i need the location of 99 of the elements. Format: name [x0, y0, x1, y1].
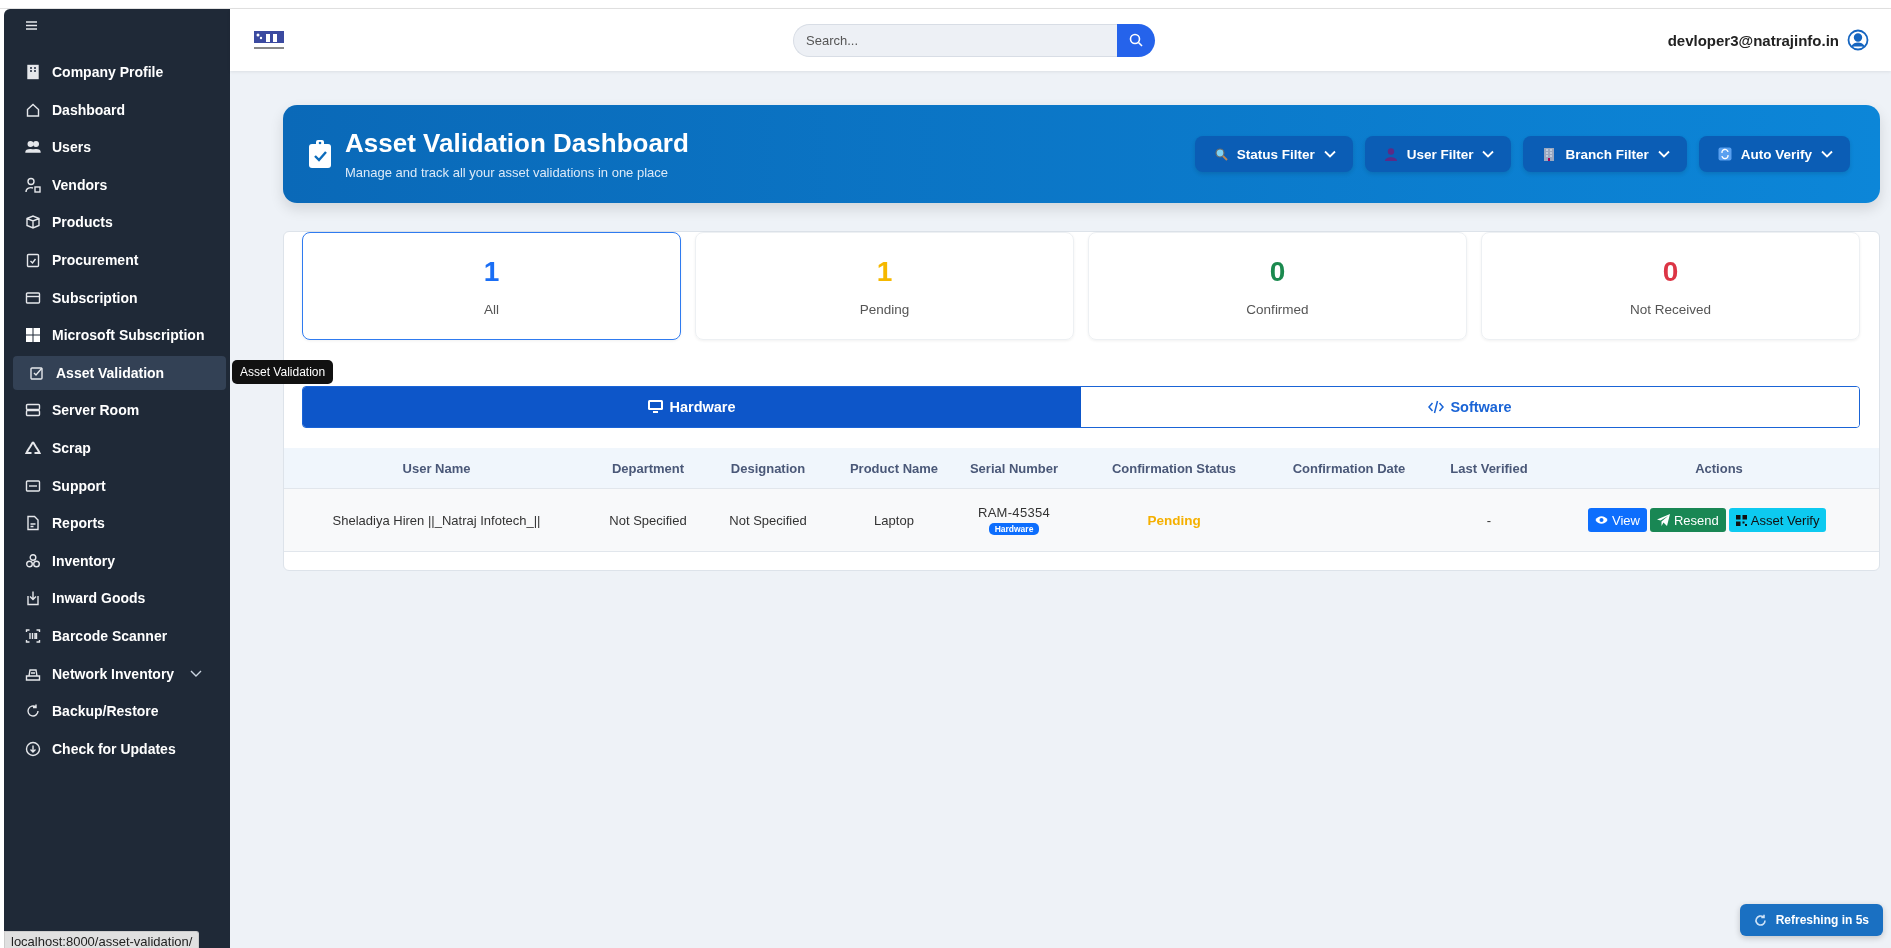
- refresh-icon: [1717, 147, 1732, 161]
- stat-count: 1: [483, 255, 500, 288]
- stat-card[interactable]: 1 All: [302, 232, 681, 340]
- sidebar-item[interactable]: Scrap: [13, 430, 226, 465]
- chevron-down-icon: [1323, 150, 1336, 158]
- column-header: Product Name: [848, 460, 940, 476]
- chevron-down-icon: [1657, 150, 1670, 158]
- column-header: Designation: [729, 460, 807, 476]
- magnifier-icon: [1213, 147, 1228, 161]
- search-icon: [1129, 33, 1143, 47]
- stat-label: Confirmed: [1246, 301, 1309, 317]
- column-header: Serial Number: [968, 460, 1060, 476]
- column-header: Department: [610, 460, 686, 476]
- card-icon: [25, 289, 41, 306]
- chevron-down-icon: [1821, 150, 1833, 158]
- page-subtitle: Manage and track all your asset validations in one place: [345, 165, 670, 180]
- sidebar-item[interactable]: Subscription: [13, 280, 226, 315]
- sidebar-item[interactable]: Reports: [13, 506, 226, 541]
- table-cell-text: -: [1485, 512, 1493, 528]
- table-cell-text: Not Specified: [608, 512, 688, 528]
- stat-label: All: [484, 301, 499, 317]
- person-icon: [1383, 147, 1398, 161]
- sidebar-item[interactable]: Vendors: [13, 167, 226, 202]
- user-avatar-icon[interactable]: [1847, 29, 1869, 51]
- stat-card[interactable]: 0 Confirmed: [1088, 232, 1467, 340]
- vendor-icon: [25, 176, 41, 193]
- users-icon: [25, 139, 41, 156]
- eye-icon: [1595, 515, 1608, 525]
- type-badge: Hardware: [988, 523, 1040, 535]
- box-icon: [25, 214, 41, 231]
- filter-dropdown[interactable]: Status Filter: [1194, 136, 1353, 172]
- sidebar-item[interactable]: Backup/Restore: [13, 694, 226, 729]
- sidebar-item[interactable]: Users: [13, 130, 226, 165]
- inward-icon: [25, 590, 41, 607]
- filter-dropdown[interactable]: User Filter: [1364, 136, 1512, 172]
- column-header: Actions: [1694, 460, 1744, 476]
- sidebar-item[interactable]: Company Profile: [13, 55, 226, 89]
- inventory-icon: [25, 552, 41, 569]
- monitor-icon: [648, 400, 664, 414]
- page-title: Asset Validation Dashboard: [345, 128, 689, 159]
- stat-label: Not Received: [1629, 301, 1711, 317]
- building-icon: [25, 64, 41, 80]
- paper-plane-icon: [1656, 514, 1670, 526]
- sidebar-item[interactable]: Products: [13, 205, 226, 240]
- building-icon: [1542, 147, 1557, 161]
- serial-number: RAM-45354: [977, 505, 1051, 520]
- file-icon: [25, 515, 41, 532]
- refresh-icon: [1753, 913, 1767, 927]
- sidebar-item[interactable]: Inward Goods: [13, 581, 226, 616]
- status-label: Pending: [1147, 512, 1201, 528]
- home-icon: [25, 101, 41, 118]
- status-url: localhost:8000/asset-validation/: [4, 931, 200, 948]
- stat-count: 0: [1269, 255, 1286, 288]
- sidebar-item[interactable]: Dashboard: [13, 92, 226, 127]
- table-cell-text: Sheladiya Hiren ||_Natraj Infotech_||: [331, 512, 542, 528]
- sidebar-item[interactable]: Server Room: [13, 393, 226, 428]
- column-header: Confirmation Status: [1110, 460, 1238, 476]
- filter-dropdown[interactable]: Auto Verify: [1698, 136, 1850, 172]
- sidebar-item[interactable]: Microsoft Subscription: [13, 318, 226, 353]
- code-icon: [1428, 400, 1445, 414]
- column-header: Last Verified: [1449, 460, 1529, 476]
- qr-code-icon: [1735, 514, 1747, 526]
- sidebar-item[interactable]: Asset Validation: [13, 355, 226, 390]
- chevron-down-icon[interactable]: [190, 669, 202, 678]
- download-icon: [25, 740, 41, 757]
- barcode-icon: [25, 627, 41, 644]
- filter-dropdown[interactable]: Branch Filter: [1523, 136, 1687, 172]
- stat-card[interactable]: 1 Pending: [695, 232, 1074, 340]
- clipboard-check-icon: [309, 140, 331, 168]
- menu-icon[interactable]: [26, 21, 37, 30]
- chevron-down-icon: [1482, 150, 1495, 158]
- tab[interactable]: Hardware: [303, 387, 1081, 427]
- user-email: devloper3@natrajinfo.in: [1667, 31, 1839, 49]
- stat-card[interactable]: 0 Not Received: [1481, 232, 1860, 340]
- sidebar-item[interactable]: Procurement: [13, 242, 226, 277]
- sidebar-item[interactable]: Inventory: [13, 543, 226, 578]
- server-icon: [25, 402, 41, 419]
- column-header: Confirmation Date: [1291, 460, 1407, 476]
- view-button[interactable]: View: [1588, 508, 1647, 532]
- check-icon: [29, 364, 45, 381]
- refresh-toast: Refreshing in 5s: [1739, 904, 1883, 936]
- search-button[interactable]: [1117, 23, 1155, 57]
- resend-button[interactable]: Resend: [1649, 508, 1726, 532]
- sidebar-item[interactable]: Check for Updates: [13, 731, 226, 766]
- clipboard-icon: [25, 251, 41, 268]
- verify-button[interactable]: Asset Verify: [1728, 508, 1827, 532]
- sidebar-item[interactable]: Support: [13, 468, 226, 503]
- refresh-icon: [25, 703, 41, 720]
- sidebar-item[interactable]: Barcode Scanner: [13, 618, 226, 653]
- table-cell-text: Not Specified: [728, 512, 808, 528]
- table-cell-text: Laptop: [873, 512, 915, 528]
- sidebar-item[interactable]: Network Inventory: [13, 656, 226, 691]
- windows-icon: [25, 327, 41, 344]
- stat-label: Pending: [859, 301, 910, 317]
- column-header: User Name: [401, 460, 472, 476]
- search-field[interactable]: Search...: [793, 23, 1117, 57]
- stat-count: 1: [876, 255, 893, 288]
- tooltip: Asset Validation: [232, 360, 334, 384]
- stat-count: 0: [1662, 255, 1679, 288]
